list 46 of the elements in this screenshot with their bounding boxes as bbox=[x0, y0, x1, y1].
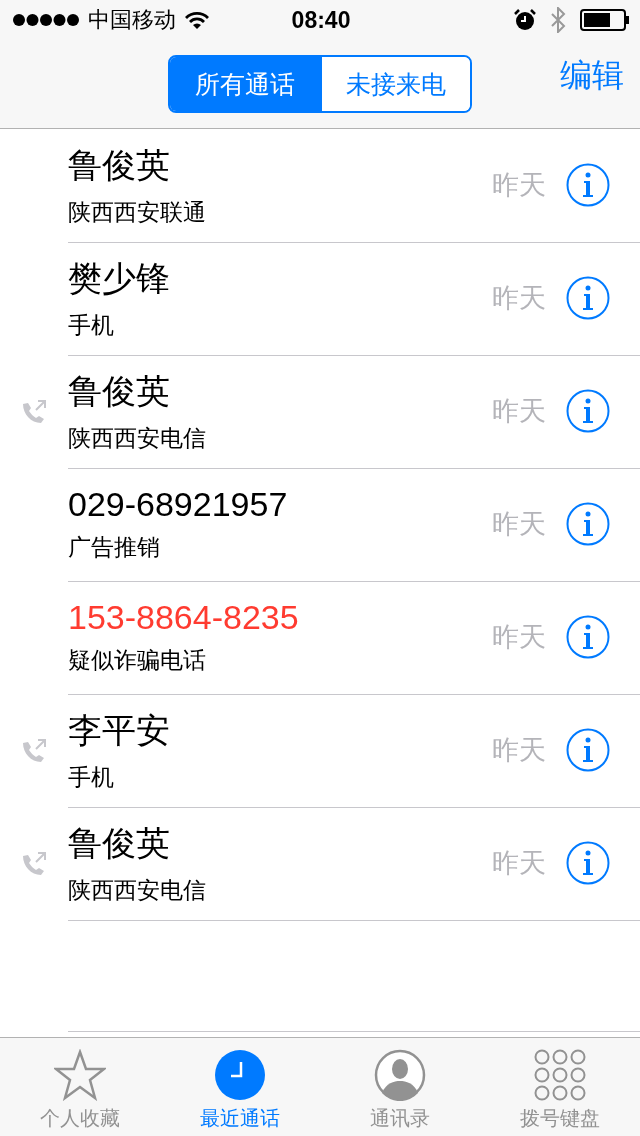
call-time: 昨天 bbox=[492, 395, 546, 428]
caller-name: 鲁俊英 bbox=[68, 144, 171, 186]
segment-tab[interactable]: 未接来电 bbox=[320, 57, 470, 111]
call-time: 昨天 bbox=[492, 734, 546, 767]
caller-detail: 手机 bbox=[68, 762, 115, 792]
caller-name: 鲁俊英 bbox=[68, 822, 171, 864]
caller-name: 153-8864-8235 bbox=[68, 598, 300, 637]
tab-bar-item[interactable]: 个人收藏 bbox=[0, 1038, 160, 1136]
info-icon[interactable] bbox=[566, 163, 610, 207]
carrier-name: 中国移动 bbox=[88, 6, 176, 34]
call-time: 昨天 bbox=[492, 847, 546, 880]
caller-name: 029-68921957 bbox=[68, 485, 289, 524]
caller-name: 樊少锋 bbox=[68, 257, 171, 299]
caller-name: 鲁俊英 bbox=[68, 370, 171, 412]
info-icon[interactable] bbox=[566, 728, 610, 772]
wifi-icon bbox=[184, 10, 210, 30]
tab-bar-item[interactable]: 通讯录 bbox=[320, 1038, 480, 1136]
star-icon bbox=[54, 1049, 106, 1101]
caller-detail: 陕西西安电信 bbox=[68, 875, 207, 905]
call-time: 昨天 bbox=[492, 508, 546, 541]
clock-icon bbox=[214, 1049, 266, 1101]
caller-detail: 陕西西安电信 bbox=[68, 423, 207, 453]
info-icon[interactable] bbox=[566, 276, 610, 320]
segment-tab[interactable]: 所有通话 bbox=[170, 57, 320, 111]
signal-icon bbox=[12, 13, 80, 27]
alarm-icon bbox=[514, 9, 536, 31]
caller-detail: 广告推销 bbox=[68, 533, 161, 562]
status-time: 08:40 bbox=[291, 6, 351, 34]
info-icon[interactable] bbox=[566, 502, 610, 546]
call-time: 昨天 bbox=[492, 621, 546, 654]
info-icon[interactable] bbox=[566, 615, 610, 659]
person-icon bbox=[374, 1049, 426, 1101]
info-icon[interactable] bbox=[566, 841, 610, 885]
battery-icon bbox=[580, 9, 630, 31]
call-time: 昨天 bbox=[492, 169, 546, 202]
edit-button[interactable]: 编辑 bbox=[560, 54, 624, 98]
info-icon[interactable] bbox=[566, 389, 610, 433]
caller-detail: 陕西西安联通 bbox=[68, 197, 207, 227]
caller-name: 李平安 bbox=[68, 709, 171, 751]
tab-bar-item[interactable]: 最近通话 bbox=[160, 1038, 320, 1136]
bluetooth-icon bbox=[550, 7, 566, 33]
call-time: 昨天 bbox=[492, 282, 546, 315]
keypad-icon bbox=[534, 1049, 586, 1101]
caller-detail: 手机 bbox=[68, 310, 115, 340]
caller-detail: 疑似诈骗电话 bbox=[68, 646, 207, 675]
tab-bar-item[interactable]: 拨号键盘 bbox=[480, 1038, 640, 1136]
